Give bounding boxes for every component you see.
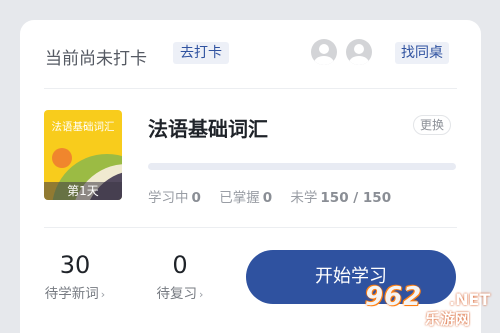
watermark-logo: 962 .NET 乐游网 [365,282,495,328]
new-words-label: 待学新词 [44,286,99,302]
stat-unlearned-value: 150 / 150 [320,190,392,206]
checkin-status-text: 当前尚未打卡 [45,49,147,69]
review-count: 0 [172,251,188,279]
watermark-number: 962 [365,282,423,312]
find-deskmate-button[interactable]: 找同桌 [395,42,449,64]
cover-title: 法语基础词汇 [51,121,115,133]
progress-bar [148,163,456,170]
day-badge: 第1天 [44,182,122,200]
stat-mastered-label: 已掌握 [219,190,260,206]
watermark-site: 乐游网 [425,310,471,328]
avatar-head-shape [319,44,329,54]
change-book-button[interactable]: 更换 [413,115,452,135]
review-counter[interactable]: 0 待复习 › [140,250,220,302]
new-words-counter[interactable]: 30 待学新词 › [35,250,115,302]
book-title: 法语基础词汇 [148,117,268,141]
book-cover[interactable]: 法语基础词汇 第1天 [44,110,122,200]
stats-row: 学习中 0 已掌握 0 未学 150 / 150 [148,186,405,206]
new-words-count: 30 [59,251,91,279]
stat-unlearned: 未学 150 / 150 [290,190,391,206]
review-label-row: 待复习 › [140,282,220,302]
avatar-icon[interactable] [311,39,337,65]
avatar-head-shape [354,44,364,54]
avatar-body-shape [349,56,369,65]
watermark-suffix: .NET [449,290,491,309]
stat-learning-label: 学习中 [148,190,189,206]
review-label: 待复习 [156,286,198,302]
avatar-body-shape [314,56,334,65]
divider [44,227,457,228]
stat-mastered: 已掌握 0 [219,190,272,206]
avatar-icon[interactable] [346,39,372,65]
chevron-right-icon: › [100,288,106,301]
stat-unlearned-label: 未学 [290,190,318,206]
stat-learning: 学习中 0 [148,190,201,206]
cover-sun-shape [52,148,72,168]
checkin-button[interactable]: 去打卡 [173,42,229,64]
divider [44,88,457,89]
new-words-label-row: 待学新词 › [35,282,115,302]
stat-mastered-value: 0 [262,190,273,206]
stat-learning-value: 0 [191,190,201,206]
chevron-right-icon: › [199,288,204,301]
